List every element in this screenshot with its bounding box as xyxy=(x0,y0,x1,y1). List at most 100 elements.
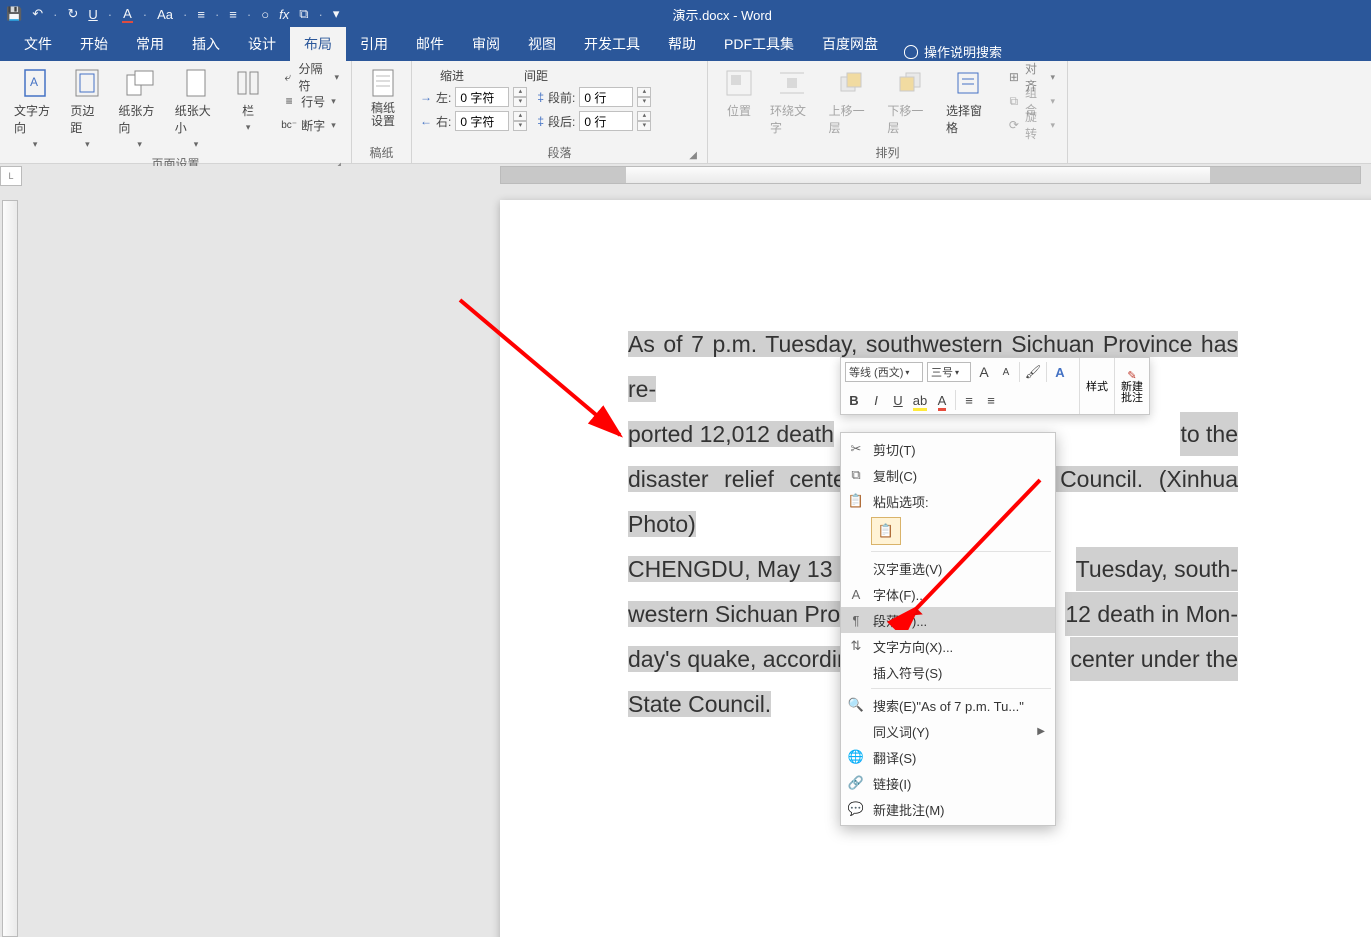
text-line-5a[interactable]: western Sichuan Provi xyxy=(628,601,857,627)
text-direction-button[interactable]: A 文字方向▾ xyxy=(8,65,62,152)
tab-home[interactable]: 开始 xyxy=(66,27,122,61)
text-line-6a[interactable]: day's quake, accordin xyxy=(628,646,850,672)
bullets-icon[interactable]: ≡ xyxy=(197,7,205,22)
tab-design[interactable]: 设计 xyxy=(234,27,290,61)
text-line-2b[interactable]: to the xyxy=(1180,412,1238,456)
highlight-icon[interactable]: ab xyxy=(911,393,929,408)
ribbon: A 文字方向▾ 页边距▾ 纸张方向▾ 纸张大小▾ 栏▾ ⤶分隔符▾ ≡行号▾ xyxy=(0,61,1371,164)
ribbon-tabs: 文件 开始 常用 插入 设计 布局 引用 邮件 审阅 视图 开发工具 帮助 PD… xyxy=(0,28,1371,61)
tab-developer[interactable]: 开发工具 xyxy=(570,27,654,61)
ctx-link[interactable]: 🔗链接(I) xyxy=(841,770,1055,796)
ctx-paragraph[interactable]: ¶段落(P)... xyxy=(841,607,1055,633)
orientation-button[interactable]: 纸张方向▾ xyxy=(112,65,166,152)
mini-size-select[interactable]: 三号▾ xyxy=(927,362,971,382)
mini-styles-A-icon[interactable]: A xyxy=(1051,365,1069,380)
mini-styles-button[interactable]: 样式 xyxy=(1079,358,1114,414)
scissors-icon: ✂ xyxy=(847,440,865,458)
tab-view[interactable]: 视图 xyxy=(514,27,570,61)
mini-toolbar: 等线 (西文)▾ 三号▾ A A 🖌 A B I U ab A ≡ ≡ 样式 ✎… xyxy=(840,357,1150,415)
numbering-icon[interactable]: ≡ xyxy=(229,7,237,22)
context-menu: ✂剪切(T) ⧉复制(C) 📋粘贴选项: 📋 汉字重选(V) A字体(F)...… xyxy=(840,432,1056,826)
bullets-mini-icon[interactable]: ≡ xyxy=(960,393,978,408)
ctx-new-comment[interactable]: 💬新建批注(M) xyxy=(841,796,1055,822)
selection-pane-button[interactable]: 选择窗格 xyxy=(940,65,997,138)
text-line-6b[interactable]: center under the xyxy=(1070,637,1238,681)
position-button: 位置 xyxy=(716,65,762,121)
paste-keep-source-icon[interactable]: 📋 xyxy=(871,517,901,545)
line-numbers-button[interactable]: ≡行号▾ xyxy=(277,89,343,113)
paragraph-launcher-icon[interactable]: ◢ xyxy=(689,150,697,161)
tab-references[interactable]: 引用 xyxy=(346,27,402,61)
ctx-synonyms[interactable]: 同义词(Y)▶ xyxy=(841,718,1055,744)
ctx-search[interactable]: 🔍搜索(E)"As of 7 p.m. Tu..." xyxy=(841,692,1055,718)
manuscript-button[interactable]: 稿纸 设置 xyxy=(360,65,406,130)
redo-icon[interactable]: ↻ xyxy=(67,6,78,22)
title-bar: 💾 ↶ · ↻ U · A · Aa · ≡ · ≡ · ○ fx ⧉ · ▾ … xyxy=(0,0,1371,28)
undo-icon[interactable]: ↶ xyxy=(32,6,43,22)
group-page-setup: A 文字方向▾ 页边距▾ 纸张方向▾ 纸张大小▾ 栏▾ ⤶分隔符▾ ≡行号▾ xyxy=(0,61,352,163)
hyphenation-button[interactable]: bc⁻断字▾ xyxy=(277,113,343,137)
indent-label: 缩进 xyxy=(440,67,464,84)
ruler-vertical[interactable] xyxy=(0,190,22,937)
spacing-before-input[interactable]: ‡段前:▴▾ xyxy=(537,86,651,108)
bring-forward-button: 上移一层 xyxy=(823,65,880,138)
copy-icon: ⧉ xyxy=(847,466,865,484)
italic-icon[interactable]: I xyxy=(867,393,885,408)
tell-me-search[interactable]: 操作说明搜索 xyxy=(892,42,1014,61)
text-line-7a[interactable]: State Council. xyxy=(628,691,771,717)
ctx-translate[interactable]: 🌐翻译(S) xyxy=(841,744,1055,770)
tab-insert[interactable]: 插入 xyxy=(178,27,234,61)
indent-right-input[interactable]: ←右:▴▾ xyxy=(420,110,527,132)
shape-icon[interactable]: ○ xyxy=(261,7,269,22)
spacing-after-input[interactable]: ‡段后:▴▾ xyxy=(537,110,651,132)
bold-icon[interactable]: B xyxy=(845,393,863,408)
text-line-4b[interactable]: Tuesday, south- xyxy=(1076,547,1238,591)
ctx-insert-symbol[interactable]: 插入符号(S) xyxy=(841,659,1055,685)
tab-mailings[interactable]: 邮件 xyxy=(402,27,458,61)
ctx-copy[interactable]: ⧉复制(C) xyxy=(841,462,1055,488)
font-A-icon: A xyxy=(847,585,865,603)
indent-left-input[interactable]: →左:▴▾ xyxy=(420,86,527,108)
mini-font-select[interactable]: 等线 (西文)▾ xyxy=(845,362,923,382)
text-line-2a[interactable]: ported 12,012 death xyxy=(628,421,834,447)
underline-mini-icon[interactable]: U xyxy=(889,393,907,408)
tab-common[interactable]: 常用 xyxy=(122,27,178,61)
tab-pdf[interactable]: PDF工具集 xyxy=(710,27,808,61)
qat-more-icon[interactable]: ▾ xyxy=(333,6,340,22)
columns-button[interactable]: 栏▾ xyxy=(225,65,271,135)
lightbulb-icon xyxy=(904,45,918,59)
format-painter-icon[interactable]: 🖌 xyxy=(1024,364,1042,380)
ctx-font[interactable]: A字体(F)... xyxy=(841,581,1055,607)
ctx-cut[interactable]: ✂剪切(T) xyxy=(841,436,1055,462)
mini-new-comment-button[interactable]: ✎新建 批注 xyxy=(1114,358,1149,414)
chevron-right-icon: ▶ xyxy=(1037,726,1045,737)
cursor-marker xyxy=(914,608,928,622)
tab-file[interactable]: 文件 xyxy=(10,27,66,61)
clipboard-icon: 📋 xyxy=(847,492,865,510)
tab-review[interactable]: 审阅 xyxy=(458,27,514,61)
text-line-4a[interactable]: CHENGDU, May 13 (X xyxy=(628,556,862,582)
ruler-horizontal[interactable]: L xyxy=(0,166,1371,188)
grow-font-icon[interactable]: A xyxy=(975,364,993,380)
text-line-5b[interactable]: 12 death in Mon- xyxy=(1065,592,1238,636)
breaks-button[interactable]: ⤶分隔符▾ xyxy=(277,65,343,89)
save-icon[interactable]: 💾 xyxy=(6,6,22,22)
tab-baidu[interactable]: 百度网盘 xyxy=(808,27,892,61)
margins-button[interactable]: 页边距▾ xyxy=(64,65,110,152)
formula-icon[interactable]: fx xyxy=(279,7,289,22)
underline-icon[interactable]: U xyxy=(88,7,97,22)
tell-me-label: 操作说明搜索 xyxy=(924,42,1002,61)
shrink-font-icon[interactable]: A xyxy=(997,367,1015,378)
size-button[interactable]: 纸张大小▾ xyxy=(169,65,223,152)
numbering-mini-icon[interactable]: ≡ xyxy=(982,393,1000,408)
link-icon[interactable]: ⧉ xyxy=(299,6,308,22)
spacing-label: 间距 xyxy=(524,67,548,84)
font-color-mini-icon[interactable]: A xyxy=(933,393,951,408)
tab-help[interactable]: 帮助 xyxy=(654,27,710,61)
font-color-icon[interactable]: A xyxy=(122,6,133,23)
tab-layout[interactable]: 布局 xyxy=(290,27,346,61)
ctx-reconvert[interactable]: 汉字重选(V) xyxy=(841,555,1055,581)
window-title: 演示.docx - Word xyxy=(339,5,1105,24)
ctx-text-direction[interactable]: ⇅文字方向(X)... xyxy=(841,633,1055,659)
change-case-icon[interactable]: Aa xyxy=(157,7,173,22)
